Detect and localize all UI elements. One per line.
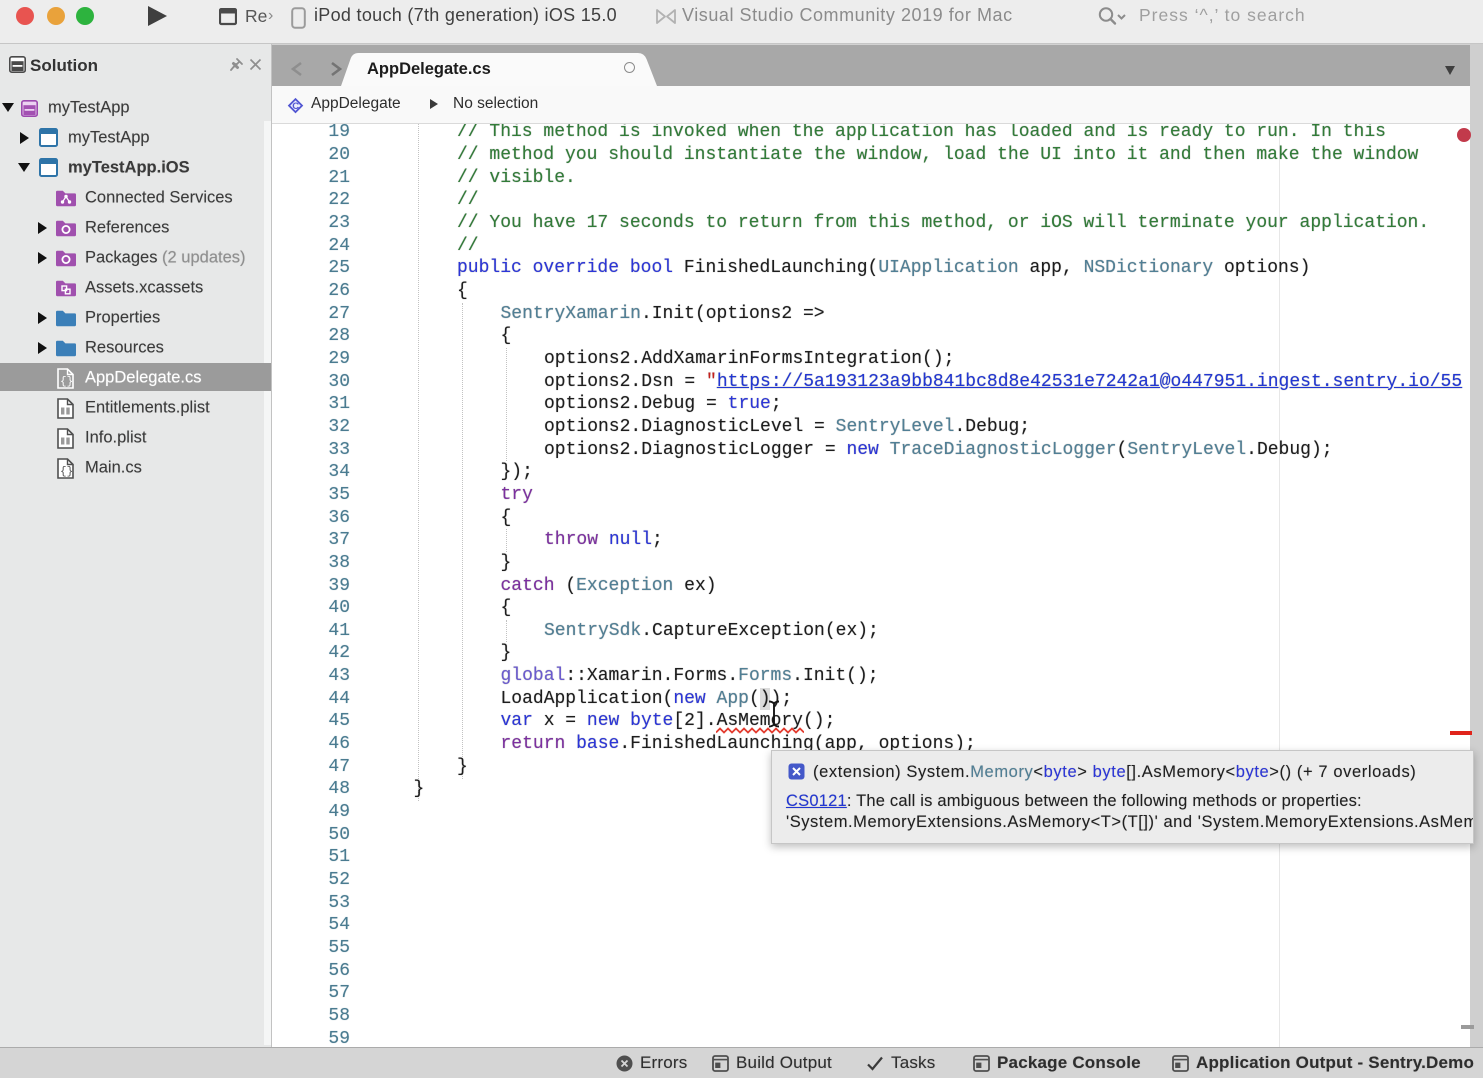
svg-text:{}: {} (60, 376, 73, 388)
svg-text:C: C (292, 101, 299, 112)
svg-text:{}: {} (60, 466, 73, 478)
